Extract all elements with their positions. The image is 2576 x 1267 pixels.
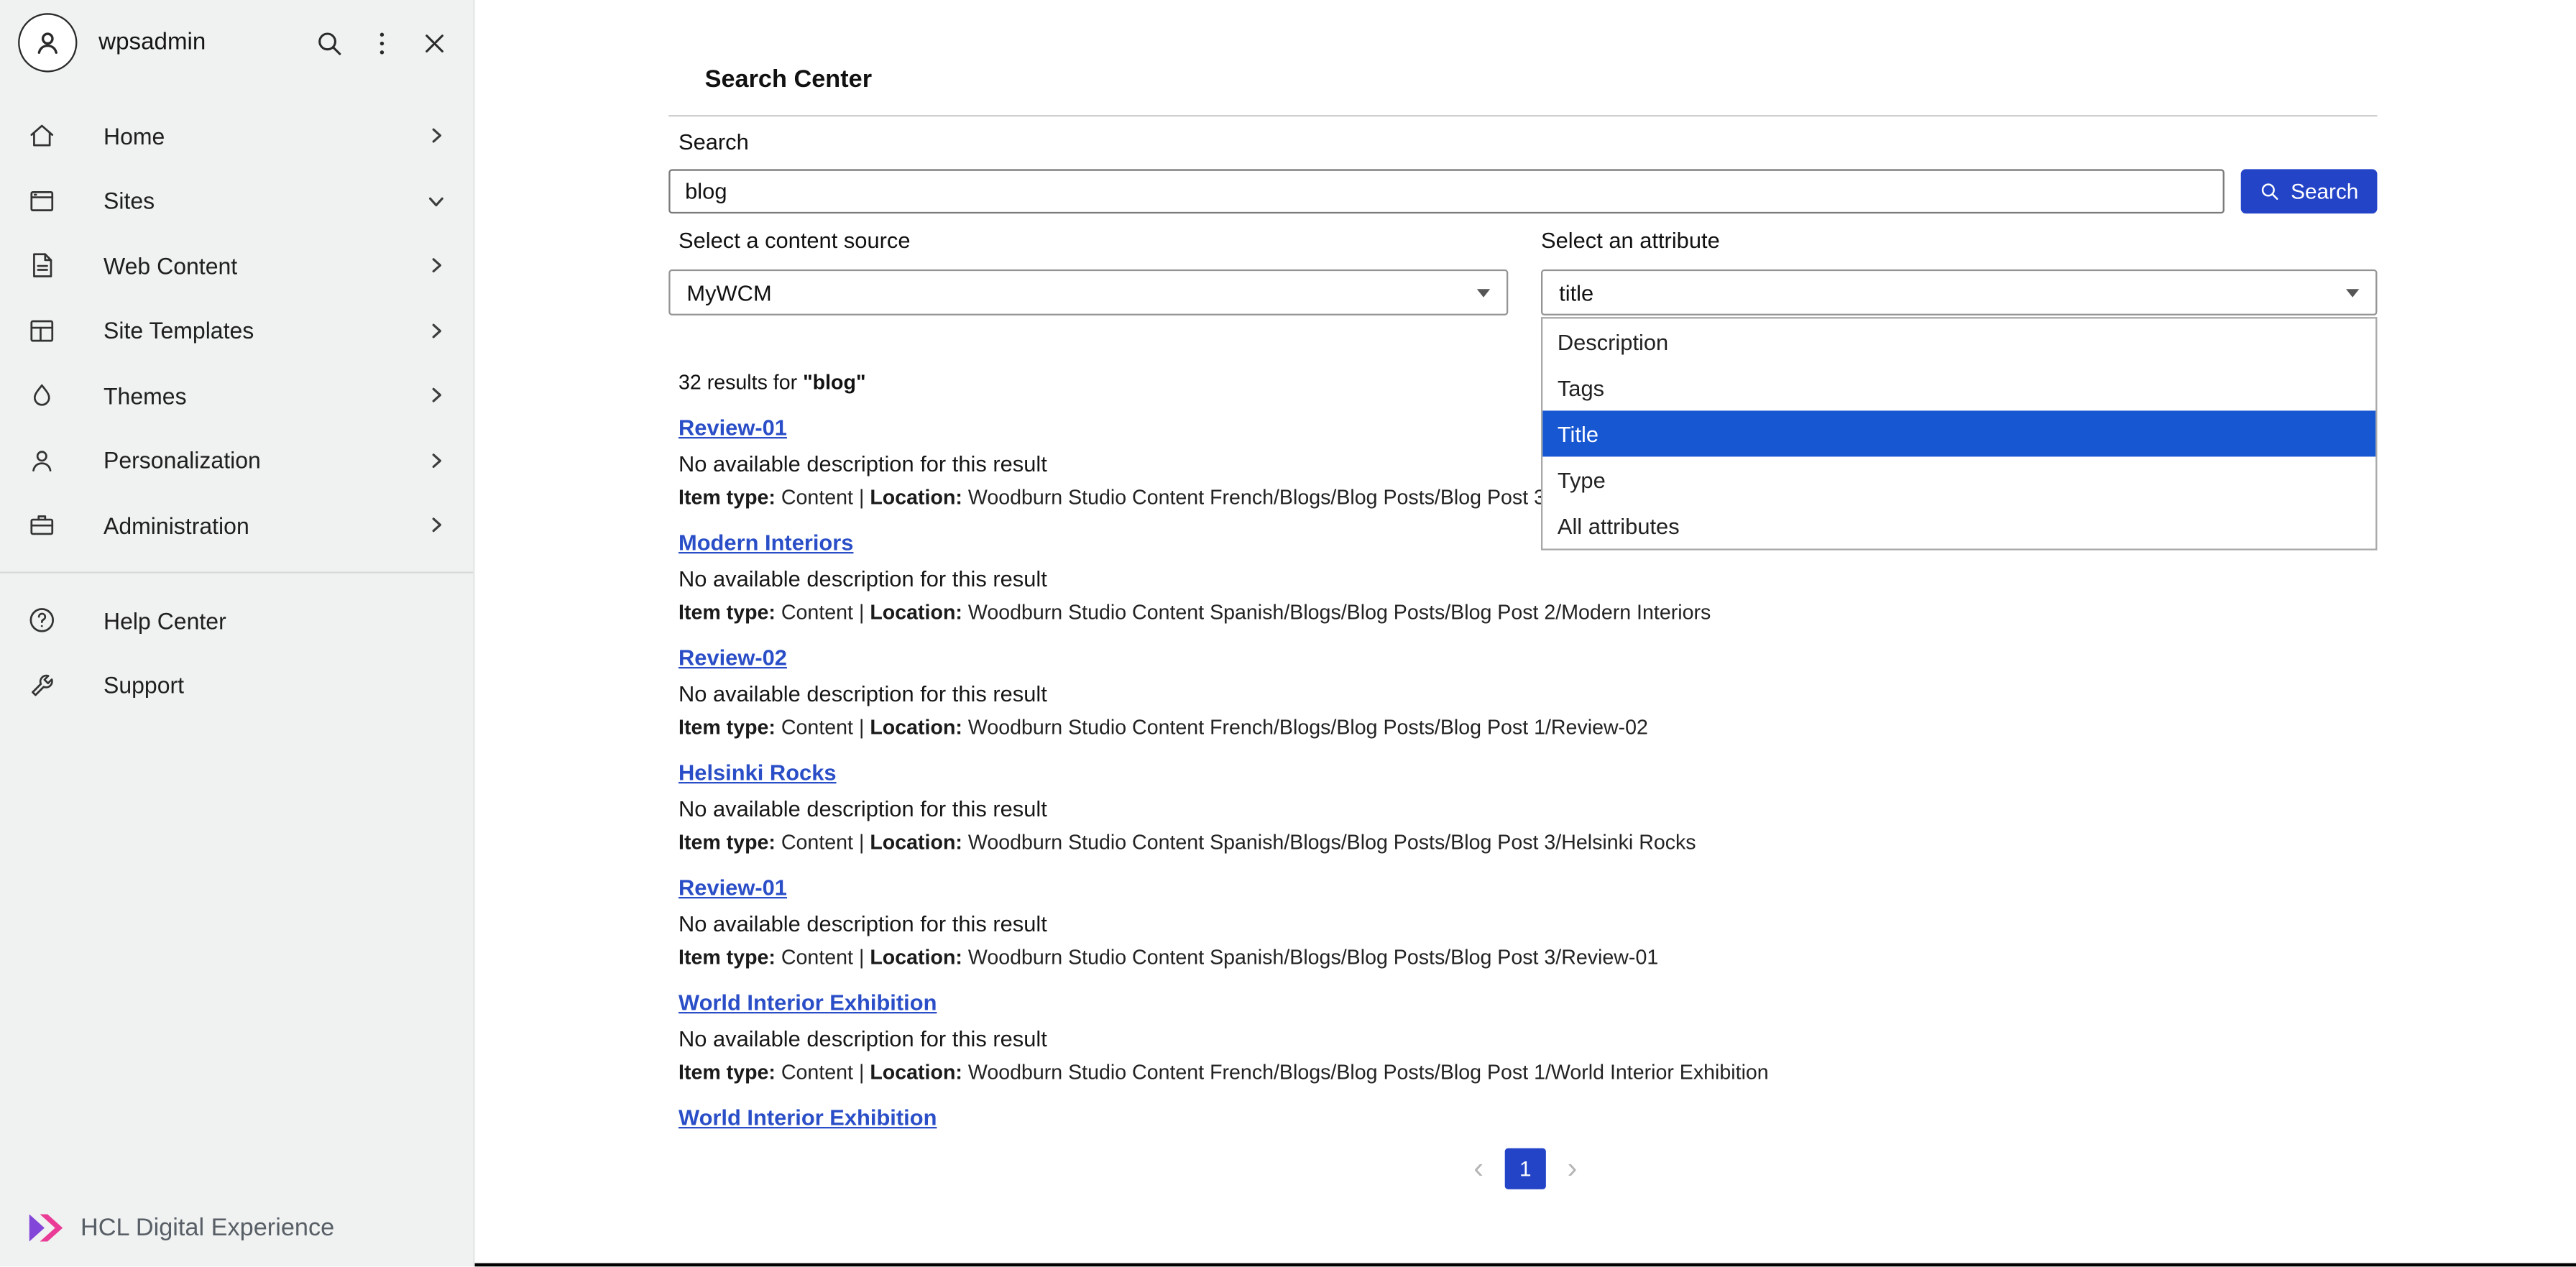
- result-title-link[interactable]: Helsinki Rocks: [678, 757, 837, 791]
- dropdown-option-all-attributes[interactable]: All attributes: [1542, 502, 2375, 548]
- chevron-right-icon: [424, 514, 447, 537]
- result-title-link[interactable]: Review-02: [678, 642, 787, 676]
- chevron-down-icon: [2346, 288, 2359, 296]
- username-label: wpsadmin: [98, 29, 206, 56]
- sidebar-item-web-content[interactable]: Web Content: [0, 234, 473, 298]
- hcl-dx-logo-icon: [27, 1211, 66, 1245]
- person-icon: [29, 24, 65, 60]
- content-source-value: MyWCM: [686, 280, 771, 305]
- results-summary: 32 results for "blog": [678, 372, 865, 395]
- user-avatar[interactable]: [18, 13, 77, 72]
- themes-icon: [27, 380, 58, 411]
- search-icon: [2260, 180, 2281, 202]
- pagination: ‹ 1 ›: [475, 1148, 2576, 1189]
- dropdown-option-tags[interactable]: Tags: [1542, 364, 2375, 410]
- attribute-label: Select an attribute: [1541, 229, 1720, 253]
- pagination-next-button[interactable]: ›: [1568, 1148, 1578, 1189]
- result-meta: Item type: Content | Location: Woodburn …: [678, 598, 2338, 627]
- chevron-right-icon: [424, 319, 447, 342]
- pagination-page-1[interactable]: 1: [1505, 1148, 1546, 1189]
- chevron-right-icon: [424, 384, 447, 407]
- content-source-select[interactable]: MyWCM: [668, 269, 1508, 315]
- result-title-link[interactable]: Review-01: [678, 872, 787, 906]
- search-result: Review-01 No available description for t…: [678, 872, 2338, 972]
- sidebar-close-button[interactable]: [418, 27, 451, 60]
- app: wpsadmin Home Sites: [0, 0, 2576, 1267]
- search-center-page: Search Center Search Search Select a con…: [475, 0, 2576, 1267]
- dropdown-option-title[interactable]: Title: [1542, 410, 2375, 456]
- attribute-select[interactable]: title: [1541, 269, 2377, 315]
- results-count: 32 results for: [678, 372, 803, 395]
- sidebar-item-administration[interactable]: Administration: [0, 493, 473, 558]
- sidebar: wpsadmin Home Sites: [0, 0, 475, 1267]
- home-icon: [27, 120, 58, 151]
- sidebar-actions: [312, 27, 450, 60]
- sidebar-utility-nav: Help Center Support: [0, 588, 473, 718]
- close-icon: [418, 27, 449, 58]
- result-title-link[interactable]: World Interior Exhibition: [678, 1102, 937, 1135]
- search-icon: [313, 27, 344, 58]
- web-content-icon: [27, 250, 58, 281]
- result-meta: Item type: Content | Location: Woodburn …: [678, 713, 2338, 742]
- bottom-edge: [475, 1263, 2576, 1267]
- search-field-label: Search: [678, 130, 749, 155]
- chevron-down-icon: [1477, 288, 1490, 296]
- sidebar-item-support[interactable]: Support: [0, 653, 473, 718]
- search-button-label: Search: [2291, 179, 2358, 203]
- result-meta: Item type: Content | Location: Woodburn …: [678, 943, 2338, 972]
- sidebar-nav: Home Sites Web Content Site Templates Th…: [0, 103, 473, 558]
- page-title: Search Center: [705, 65, 873, 93]
- sidebar-item-personalization[interactable]: Personalization: [0, 428, 473, 492]
- kebab-menu-icon: [366, 27, 397, 58]
- sidebar-item-themes[interactable]: Themes: [0, 363, 473, 428]
- result-description: No available description for this result: [678, 907, 2338, 941]
- result-meta: Item type: Content | Location: Woodburn …: [678, 1058, 2338, 1087]
- attribute-value: title: [1559, 280, 1593, 305]
- sidebar-search-button[interactable]: [312, 27, 345, 60]
- sidebar-divider: [0, 571, 473, 573]
- result-title-link[interactable]: Review-01: [678, 413, 787, 446]
- search-result: Helsinki Rocks No available description …: [678, 757, 2338, 857]
- sidebar-item-site-templates[interactable]: Site Templates: [0, 298, 473, 363]
- result-title-link[interactable]: Modern Interiors: [678, 527, 853, 561]
- pagination-prev-button[interactable]: ‹: [1473, 1148, 1484, 1189]
- result-description: No available description for this result: [678, 562, 2338, 596]
- result-description: No available description for this result: [678, 677, 2338, 711]
- attribute-dropdown: DescriptionTagsTitleTypeAll attributes: [1541, 317, 2377, 550]
- sidebar-more-button[interactable]: [364, 27, 397, 60]
- content-source-label: Select a content source: [678, 229, 910, 253]
- help-icon: [27, 605, 58, 636]
- sidebar-topbar: wpsadmin: [0, 10, 473, 75]
- search-input[interactable]: [668, 169, 2225, 213]
- result-description: No available description for this result: [678, 1022, 2338, 1056]
- administration-icon: [27, 510, 58, 540]
- chevron-right-icon: [424, 254, 447, 277]
- dropdown-option-description[interactable]: Description: [1542, 318, 2375, 364]
- sidebar-item-home[interactable]: Home: [0, 103, 473, 168]
- sidebar-item-sites[interactable]: Sites: [0, 168, 473, 233]
- chevron-right-icon: [424, 124, 447, 147]
- support-icon: [27, 670, 58, 701]
- sidebar-item-help-center[interactable]: Help Center: [0, 588, 473, 653]
- result-title-link[interactable]: World Interior Exhibition: [678, 987, 937, 1020]
- brand-name: HCL Digital Experience: [80, 1214, 334, 1242]
- search-result: World Interior Exhibition: [678, 1102, 2338, 1135]
- sites-icon: [27, 185, 58, 216]
- chevron-down-icon: [424, 189, 447, 212]
- brand-footer: HCL Digital Experience: [27, 1211, 335, 1245]
- site-templates-icon: [27, 315, 58, 346]
- search-result: Review-02 No available description for t…: [678, 642, 2338, 742]
- dropdown-option-type[interactable]: Type: [1542, 456, 2375, 502]
- personalization-icon: [27, 445, 58, 476]
- result-meta: Item type: Content | Location: Woodburn …: [678, 828, 2338, 857]
- results-query: "blog": [803, 372, 865, 395]
- search-result: World Interior Exhibition No available d…: [678, 987, 2338, 1087]
- header-divider: [668, 115, 2377, 116]
- chevron-right-icon: [424, 449, 447, 472]
- search-button[interactable]: Search: [2241, 169, 2378, 213]
- result-description: No available description for this result: [678, 792, 2338, 826]
